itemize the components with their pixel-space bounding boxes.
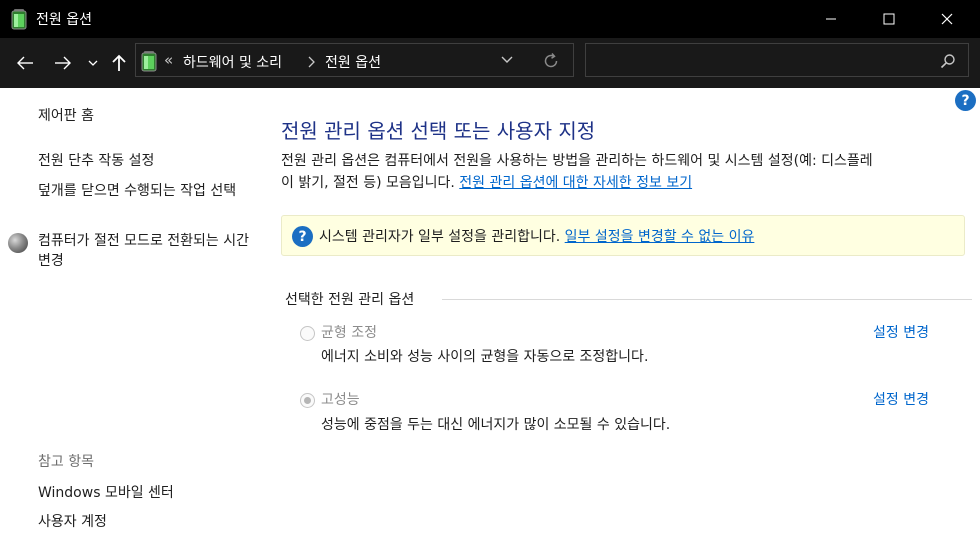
back-button[interactable] bbox=[12, 50, 38, 76]
forward-button[interactable] bbox=[50, 50, 76, 76]
chevron-down-icon bbox=[88, 60, 98, 66]
up-button[interactable] bbox=[106, 50, 132, 76]
close-button[interactable] bbox=[924, 0, 970, 38]
balanced-radio[interactable] bbox=[300, 326, 315, 341]
breadcrumb-hardware-sound[interactable]: 하드웨어 및 소리 bbox=[183, 52, 282, 72]
breadcrumb-power-options[interactable]: 전원 옵션 bbox=[325, 52, 381, 72]
info-text: 시스템 관리자가 일부 설정을 관리합니다. bbox=[319, 229, 561, 245]
description-line-1: 전원 관리 옵션은 컴퓨터에서 전원을 사용하는 방법을 관리하는 하드웨어 및… bbox=[281, 153, 873, 169]
plan-name[interactable]: 균형 조정 bbox=[321, 322, 377, 342]
arrow-right-icon bbox=[55, 56, 71, 70]
arrow-left-icon bbox=[17, 56, 33, 70]
help-icon[interactable]: ? bbox=[955, 90, 976, 111]
chevron-right-icon[interactable] bbox=[308, 56, 316, 68]
window-title: 전원 옵션 bbox=[36, 12, 92, 28]
minimize-button[interactable] bbox=[808, 0, 854, 38]
change-settings-link[interactable]: 설정 변경 bbox=[873, 389, 929, 409]
breadcrumb-overflow[interactable]: « bbox=[164, 51, 173, 69]
maximize-icon bbox=[883, 13, 895, 25]
arrow-up-icon bbox=[112, 54, 126, 71]
see-also-header: 참고 항목 bbox=[38, 454, 94, 470]
change-settings-link[interactable]: 설정 변경 bbox=[873, 322, 929, 342]
battery-icon bbox=[141, 51, 157, 72]
group-label: 선택한 전원 관리 옵션 bbox=[285, 292, 415, 308]
description-line-2: 이 밝기, 절전 등) 모음입니다. 전원 관리 옵션에 대한 자세한 정보 보… bbox=[281, 172, 971, 194]
description-text: 이 밝기, 절전 등) 모음입니다. bbox=[281, 175, 455, 191]
navigation-bar: « 하드웨어 및 소리 전원 옵션 bbox=[0, 38, 980, 88]
moon-icon bbox=[8, 233, 28, 253]
why-cant-change-link[interactable]: 일부 설정을 변경할 수 없는 이유 bbox=[565, 229, 755, 245]
close-icon bbox=[941, 13, 953, 25]
info-bar: ? 시스템 관리자가 일부 설정을 관리합니다. 일부 설정을 변경할 수 없는… bbox=[281, 215, 965, 256]
plan-name[interactable]: 고성능 bbox=[321, 389, 360, 409]
battery-icon bbox=[11, 9, 27, 30]
address-bar[interactable]: « 하드웨어 및 소리 전원 옵션 bbox=[135, 43, 574, 77]
control-panel-home-link[interactable]: 제어판 홈 bbox=[38, 106, 94, 126]
chevron-down-icon[interactable] bbox=[500, 53, 514, 67]
divider bbox=[442, 299, 972, 300]
maximize-button[interactable] bbox=[866, 0, 912, 38]
mobility-center-link[interactable]: Windows 모바일 센터 bbox=[38, 483, 174, 503]
page-description: 전원 관리 옵션은 컴퓨터에서 전원을 사용하는 방법을 관리하는 하드웨어 및… bbox=[281, 150, 971, 194]
power-button-settings-link[interactable]: 전원 단추 작동 설정 bbox=[38, 151, 154, 171]
high-performance-radio[interactable] bbox=[300, 393, 315, 408]
question-icon: ? bbox=[292, 226, 313, 247]
plan-description: 에너지 소비와 성능 사이의 균형을 자동으로 조정합니다. bbox=[321, 349, 649, 365]
recent-locations-button[interactable] bbox=[84, 50, 102, 76]
search-icon[interactable] bbox=[940, 53, 956, 69]
lid-close-action-link[interactable]: 덮개를 닫으면 수행되는 작업 선택 bbox=[38, 181, 253, 201]
sleep-time-link[interactable]: 컴퓨터가 절전 모드로 전환되는 시간 변경 bbox=[38, 231, 253, 271]
search-input[interactable] bbox=[585, 43, 969, 77]
more-info-link[interactable]: 전원 관리 옵션에 대한 자세한 정보 보기 bbox=[459, 175, 692, 191]
page-title: 전원 관리 옵션 선택 또는 사용자 지정 bbox=[281, 119, 596, 143]
content-area: 제어판 홈 전원 단추 작동 설정 덮개를 닫으면 수행되는 작업 선택 컴퓨터… bbox=[0, 88, 980, 559]
refresh-icon[interactable] bbox=[542, 52, 560, 70]
plan-description: 성능에 중점을 두는 대신 에너지가 많이 소모될 수 있습니다. bbox=[321, 417, 671, 433]
user-accounts-link[interactable]: 사용자 계정 bbox=[38, 512, 107, 532]
minimize-icon bbox=[826, 18, 836, 20]
title-bar: 전원 옵션 bbox=[0, 0, 980, 38]
